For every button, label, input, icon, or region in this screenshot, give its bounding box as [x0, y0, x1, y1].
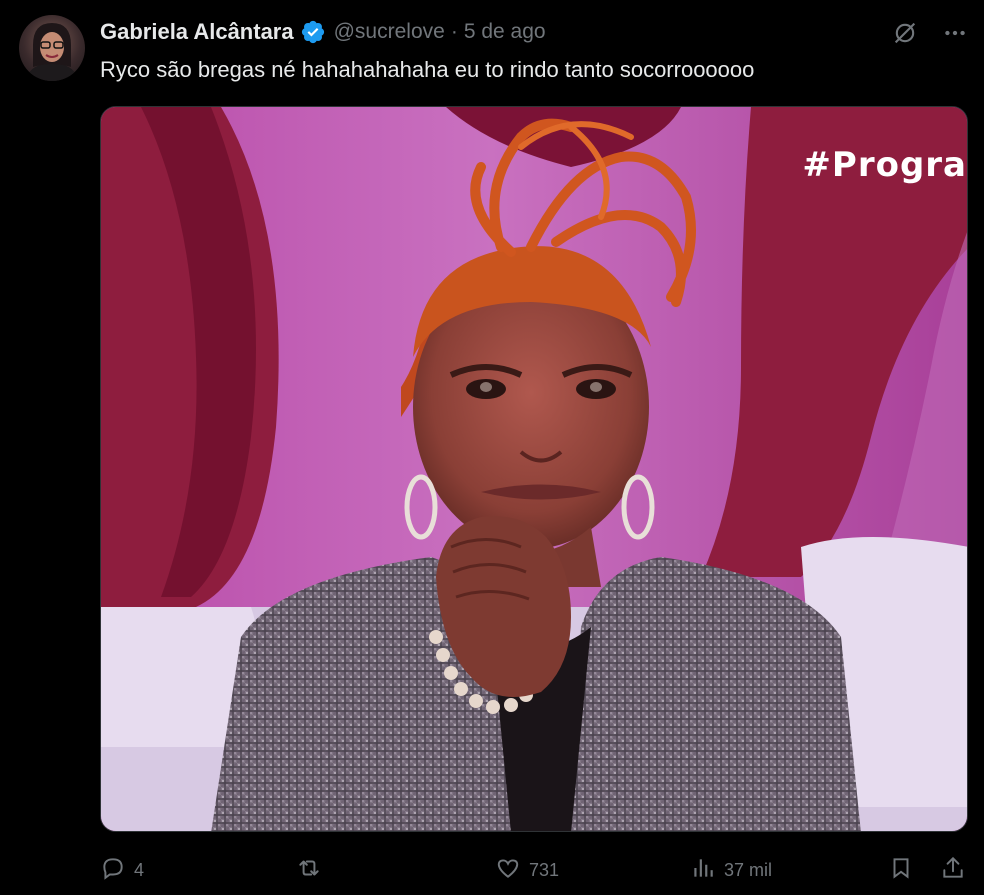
views-count: 37 mil	[724, 859, 773, 880]
tweet[interactable]: Gabriela Alcântara @sucrelove · 5 de ago	[0, 0, 984, 895]
tweet-media-image[interactable]: #Progra	[100, 106, 968, 832]
share-button[interactable]	[940, 850, 966, 890]
reply-button[interactable]: 4	[100, 850, 144, 890]
author-handle[interactable]: @sucrelove	[334, 20, 445, 44]
heart-icon	[495, 855, 521, 886]
grok-icon[interactable]	[890, 18, 920, 48]
more-icon[interactable]	[940, 18, 970, 48]
reply-count: 4	[134, 859, 145, 880]
author-name[interactable]: Gabriela Alcântara	[100, 19, 294, 45]
tweet-date[interactable]: 5 de ago	[464, 20, 546, 44]
tweet-actions: 4 731 37 mil	[100, 850, 970, 890]
share-icon	[940, 855, 966, 886]
tweet-text: Ryco são bregas né hahahahahaha eu to ri…	[100, 57, 755, 82]
tweet-header: Gabriela Alcântara @sucrelove · 5 de ago	[100, 16, 546, 48]
views-bar-chart-icon	[690, 855, 716, 886]
retweet-button[interactable]	[296, 850, 330, 890]
reply-icon	[100, 855, 126, 886]
media-overlay-text: #Progra	[802, 145, 967, 185]
like-count: 731	[529, 859, 560, 880]
bookmark-button[interactable]	[888, 850, 914, 890]
views-button[interactable]: 37 mil	[690, 850, 772, 890]
avatar[interactable]	[19, 15, 85, 81]
verified-badge-icon[interactable]	[300, 19, 326, 45]
separator-dot: ·	[450, 20, 458, 43]
header-actions	[890, 18, 970, 48]
bookmark-icon	[888, 855, 914, 886]
media-scene	[101, 107, 967, 831]
retweet-icon	[296, 855, 322, 886]
like-button[interactable]: 731	[495, 850, 559, 890]
